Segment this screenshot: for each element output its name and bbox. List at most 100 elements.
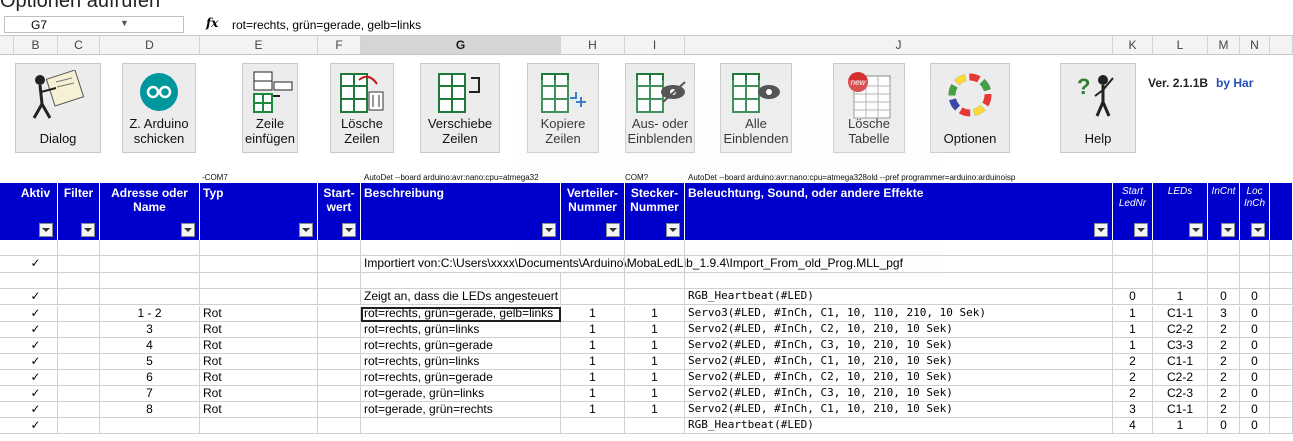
cell-incnt[interactable]: 3 [1208,306,1240,321]
cell-addr[interactable] [100,289,200,304]
cell-sw[interactable] [318,306,361,321]
cell-sw[interactable] [318,240,361,255]
cell-steck[interactable] [625,418,685,433]
cell-desc[interactable]: rot=rechts, grün=links [361,322,561,337]
filter-dropdown-icon[interactable] [181,223,195,237]
cell-incnt[interactable]: 2 [1208,370,1240,385]
filter-dropdown-icon[interactable] [542,223,556,237]
column-header-g[interactable]: G [361,36,561,54]
cell-desc[interactable]: rot=gerade, grün=links [361,386,561,401]
cell-filter[interactable] [58,306,100,321]
cell-leds[interactable]: C1-1 [1153,354,1208,369]
cell-typ[interactable]: Rot [200,306,318,321]
cell-sw[interactable] [318,289,361,304]
cell-leds[interactable]: C1-1 [1153,306,1208,321]
cell-leds[interactable]: C2-2 [1153,322,1208,337]
cell-incnt[interactable]: 2 [1208,402,1240,417]
cell-x[interactable] [1270,306,1293,321]
cell-addr[interactable] [100,256,200,272]
cell-sw[interactable] [318,256,361,272]
cell-sw[interactable] [318,402,361,417]
cell-x[interactable] [1270,338,1293,353]
cell-filter[interactable] [58,402,100,417]
select-all-corner[interactable] [0,36,14,54]
cell-desc[interactable] [361,240,561,255]
cell-leds[interactable]: 1 [1153,418,1208,433]
cell-start[interactable]: 4 [1113,418,1153,433]
cell-start[interactable]: 1 [1113,306,1153,321]
cell-incnt[interactable]: 2 [1208,322,1240,337]
cell-typ[interactable] [200,240,318,255]
cell-start[interactable]: 0 [1113,289,1153,304]
cell-sw[interactable] [318,322,361,337]
cell-effect[interactable]: Servo2(#LED, #InCh, C1, 10, 210, 10 Sek) [685,354,1113,369]
column-header-h[interactable]: H [561,36,625,54]
column-header-j[interactable]: J [685,36,1113,54]
cell-start[interactable]: 1 [1113,338,1153,353]
filter-dropdown-icon[interactable] [1094,223,1108,237]
column-header-i[interactable]: I [625,36,685,54]
cell-desc[interactable]: rot=rechts, grün=gerade [361,338,561,353]
name-box[interactable]: G7 [4,16,184,33]
cell-filter[interactable] [58,418,100,433]
cell-start[interactable]: 2 [1113,386,1153,401]
cell-steck[interactable] [625,240,685,255]
cell-desc[interactable]: rot=rechts, grün=gerade [361,370,561,385]
cell-desc[interactable]: rot=gerade, grün=rechts [361,402,561,417]
cell-vert[interactable]: 1 [561,402,625,417]
cell-loc[interactable]: 0 [1240,402,1270,417]
cell-check[interactable]: ✓ [14,338,58,353]
column-header-b[interactable]: B [14,36,58,54]
column-header-e[interactable]: E [200,36,318,54]
options-button[interactable]: Optionen [930,63,1010,153]
cell-typ[interactable]: Rot [200,354,318,369]
cell-check[interactable]: ✓ [14,256,58,272]
cell-incnt[interactable]: 2 [1208,354,1240,369]
cell-addr[interactable]: 3 [100,322,200,337]
column-header-f[interactable]: F [318,36,361,54]
cell-filter[interactable] [58,273,100,288]
column-header-o[interactable] [1270,36,1293,54]
cell-desc[interactable]: Importiert von:C:\Users\xxxx\Documents\A… [361,256,903,272]
cell-vert[interactable] [561,240,625,255]
fx-icon[interactable]: fx [206,16,218,30]
cell-typ[interactable] [200,256,318,272]
cell-steck[interactable] [625,256,685,272]
cell-check[interactable]: ✓ [14,306,58,321]
cell-vert[interactable]: 1 [561,370,625,385]
filter-dropdown-icon[interactable] [1251,223,1265,237]
filter-dropdown-icon[interactable] [666,223,680,237]
cell-check[interactable] [14,240,58,255]
cell-loc[interactable] [1240,240,1270,255]
cell-incnt[interactable] [1208,240,1240,255]
cell-typ[interactable]: Rot [200,402,318,417]
cell-desc[interactable]: Zeigt an, dass die LEDs angesteuert werd… [361,289,561,304]
cell-leds[interactable]: C2-2 [1153,370,1208,385]
cell-vert[interactable] [561,289,625,304]
cell-vert[interactable]: 1 [561,338,625,353]
cell-steck[interactable]: 1 [625,402,685,417]
cell-filter[interactable] [58,386,100,401]
cell-addr[interactable]: 1 - 2 [100,306,200,321]
cell-steck[interactable]: 1 [625,354,685,369]
cell-typ[interactable]: Rot [200,370,318,385]
cell-start[interactable]: 2 [1113,354,1153,369]
cell-loc[interactable]: 0 [1240,306,1270,321]
cell-leds[interactable]: C2-3 [1153,386,1208,401]
cell-vert[interactable]: 1 [561,354,625,369]
help-button[interactable]: ? Help [1060,63,1136,153]
cell-filter[interactable] [58,338,100,353]
filter-dropdown-icon[interactable] [81,223,95,237]
cell-x[interactable] [1270,289,1293,304]
formula-input[interactable]: rot=rechts, grün=gerade, gelb=links [232,18,421,32]
cell-filter[interactable] [58,322,100,337]
filter-dropdown-icon[interactable] [606,223,620,237]
insert-row-button[interactable]: Zeile einfügen [242,63,298,153]
cell-check[interactable]: ✓ [14,418,58,433]
cell-loc[interactable] [1240,273,1270,288]
cell-addr[interactable]: 7 [100,386,200,401]
cell-effect[interactable]: RGB_Heartbeat(#LED) [685,289,1113,304]
cell-incnt[interactable]: 0 [1208,418,1240,433]
column-header-m[interactable]: M [1208,36,1240,54]
filter-dropdown-icon[interactable] [39,223,53,237]
